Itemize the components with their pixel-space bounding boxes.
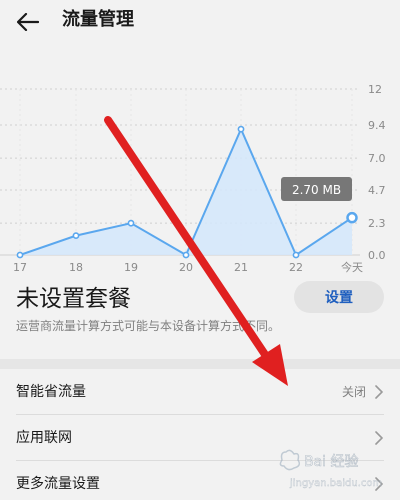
data-point [127, 219, 135, 227]
usage-chart[interactable]: 0.0 2.3 4.7 7.0 9.4 12 17 18 19 20 21 22 今天 2.70 MB [0, 44, 400, 284]
x-tick-label: 17 [13, 261, 27, 274]
back-button[interactable] [10, 6, 46, 38]
list-item-value: 关闭 [341, 385, 366, 399]
data-point [292, 251, 300, 259]
list-item-label: 更多流量设置 [16, 476, 100, 492]
list-item-label: 应用联网 [16, 430, 72, 446]
data-point [16, 251, 24, 259]
chevron-right-icon [375, 385, 383, 399]
x-tick-label: 19 [124, 261, 138, 274]
plan-description: 运营商流量计算方式可能与本设备计算方式不同。 [16, 319, 281, 333]
data-point [237, 125, 245, 133]
y-tick-label: 7.0 [368, 152, 386, 165]
data-point [182, 251, 190, 259]
data-point [346, 211, 358, 224]
tooltip-label: 2.70 MB [292, 183, 341, 197]
x-tick-label: 20 [179, 261, 193, 274]
x-tick-label: 21 [234, 261, 248, 274]
chevron-right-icon [375, 431, 383, 445]
y-tick-label: 2.3 [368, 217, 386, 230]
y-tick-label: 4.7 [368, 184, 386, 197]
app-header: 流量管理 [0, 0, 400, 44]
watermark-text: Bai 经验 [304, 454, 359, 470]
usage-chart-svg: 0.0 2.3 4.7 7.0 9.4 12 17 18 19 20 21 22 今天 2.70 MB [0, 83, 386, 274]
data-point [72, 232, 80, 240]
x-tick-label: 今天 [341, 260, 363, 274]
x-tick-label: 18 [69, 261, 83, 274]
plan-title: 未设置套餐 [16, 286, 131, 312]
arrow-left-icon [17, 13, 39, 31]
y-tick-label: 0.0 [368, 249, 386, 262]
x-tick-label: 22 [289, 261, 303, 274]
watermark-url: jingyan.baidu.com [289, 478, 382, 489]
baidu-jingyan-watermark: Bai 经验 jingyan.baidu.com [279, 449, 382, 489]
page-title: 流量管理 [62, 9, 134, 30]
list-item-label: 智能省流量 [16, 384, 86, 400]
y-tick-label: 9.4 [368, 119, 386, 132]
setup-button[interactable]: 设置 [294, 281, 384, 313]
y-tick-label: 12 [368, 83, 382, 96]
section-divider [0, 359, 400, 369]
list-item-smart-data-saver[interactable]: 智能省流量 关闭 [0, 369, 400, 415]
